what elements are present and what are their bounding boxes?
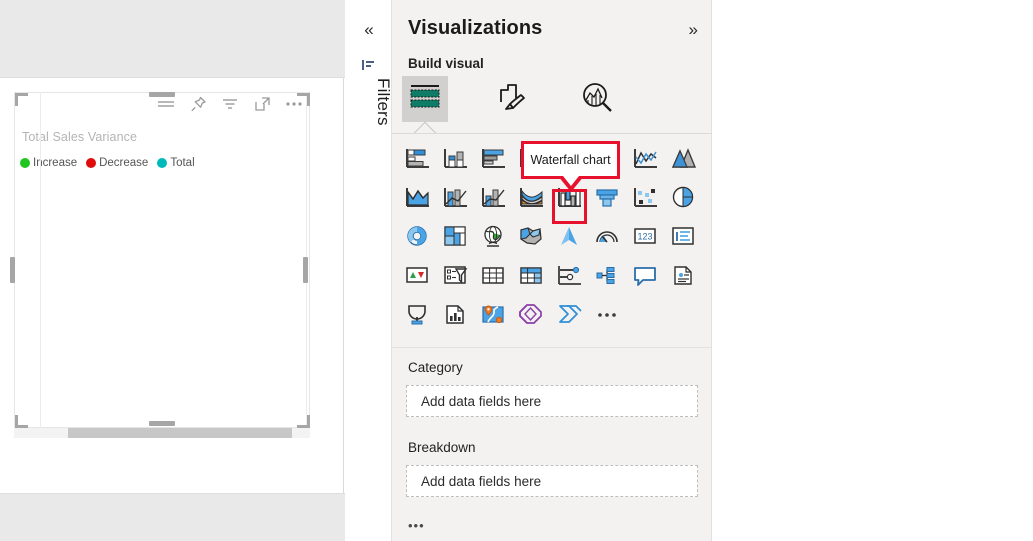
legend-swatch-decrease [86, 158, 96, 168]
resize-handle-top-right[interactable] [296, 93, 310, 107]
legend-item-total[interactable]: Total [157, 157, 194, 169]
line-and-clustered-column-chart-icon[interactable] [474, 179, 512, 217]
well-placeholder-category: Add data fields here [421, 394, 541, 409]
azure-stream-icon[interactable] [550, 296, 588, 334]
key-influencers-icon[interactable] [588, 257, 626, 295]
resize-handle-middle-right[interactable] [303, 257, 308, 283]
visualizations-pane: Visualizations » Build visual [392, 0, 712, 541]
power-automate-icon[interactable] [512, 296, 550, 334]
resize-handle-bottom-center[interactable] [149, 421, 175, 426]
gauge-chart-icon[interactable] [588, 218, 626, 256]
paginated-report-icon[interactable] [398, 296, 436, 334]
build-visual-label: Build visual [408, 56, 484, 71]
well-label-breakdown: Breakdown [408, 440, 476, 455]
legend-item-increase[interactable]: Increase [20, 157, 77, 169]
line-and-stacked-column-chart-icon[interactable] [436, 179, 474, 217]
gallery-row [398, 296, 718, 334]
gallery-row [398, 257, 718, 295]
stacked-bar-chart-icon[interactable] [398, 140, 436, 178]
multi-row-card-icon[interactable] [664, 218, 702, 256]
selection-guide-left [40, 92, 41, 428]
page-title: Visualizations [408, 17, 542, 40]
azure-map-icon[interactable] [550, 218, 588, 256]
table-icon[interactable] [474, 257, 512, 295]
right-empty-area [712, 0, 1033, 541]
svg-text:123: 123 [637, 232, 652, 242]
resize-handle-bottom-right[interactable] [296, 414, 310, 428]
treemap-icon[interactable] [436, 218, 474, 256]
more-visuals-icon[interactable] [588, 296, 626, 334]
filled-map-icon[interactable] [512, 218, 550, 256]
filters-pane-label: Filters [343, 78, 393, 126]
scatter-chart-icon[interactable] [626, 179, 664, 217]
scrollbar-thumb[interactable] [68, 428, 292, 438]
waterfall-chart-tooltip: Waterfall chart [521, 141, 620, 179]
pin-icon[interactable] [188, 94, 208, 114]
stacked-area-chart-icon[interactable] [398, 179, 436, 217]
ribbon-chart-icon[interactable] [512, 179, 550, 217]
analytics-magnifier-icon [581, 82, 613, 117]
tab-format-visual[interactable] [488, 76, 534, 122]
card-icon[interactable]: 123 [626, 218, 664, 256]
resize-handle-top-left[interactable] [15, 93, 29, 107]
tabstrip-divider [392, 133, 712, 134]
legend-label-decrease: Decrease [99, 157, 148, 169]
filters-collapse-icon[interactable]: « [359, 20, 379, 40]
line-chart-icon[interactable] [626, 140, 664, 178]
visual-legend: Increase Decrease Total [20, 157, 195, 169]
pie-chart-icon[interactable] [664, 179, 702, 217]
more-wells-icon[interactable]: ••• [408, 518, 425, 533]
legend-item-decrease[interactable]: Decrease [86, 157, 148, 169]
smart-narrative-icon[interactable] [664, 257, 702, 295]
canvas-bottom-gutter [0, 493, 345, 541]
area-chart-icon[interactable] [664, 140, 702, 178]
resize-handle-top-center[interactable] [149, 92, 175, 97]
visual-horizontal-scrollbar[interactable] [14, 428, 310, 438]
tooltip-label: Waterfall chart [530, 153, 610, 167]
arcgis-map-icon[interactable] [474, 296, 512, 334]
qna-icon[interactable] [626, 257, 664, 295]
filter-icon[interactable] [220, 94, 240, 114]
map-icon[interactable] [474, 218, 512, 256]
power-apps-icon[interactable] [436, 296, 474, 334]
drill-mode-icon[interactable] [156, 94, 176, 114]
stacked-column-chart-icon[interactable] [436, 140, 474, 178]
focus-mode-icon[interactable] [252, 94, 272, 114]
legend-swatch-total [157, 158, 167, 168]
filter-icon[interactable] [360, 56, 378, 74]
format-paintbrush-icon [495, 82, 527, 117]
expand-pane-icon[interactable]: » [689, 20, 698, 40]
funnel-chart-icon[interactable] [588, 179, 626, 217]
tab-build-visual[interactable] [402, 76, 448, 122]
kpi-icon[interactable] [398, 257, 436, 295]
well-dropzone-category[interactable]: Add data fields here [406, 385, 698, 417]
tooltip-arrow-icon [558, 176, 584, 192]
legend-label-total: Total [170, 157, 194, 169]
gallery-row: 123 [398, 218, 718, 256]
canvas-top-gutter [0, 0, 345, 78]
field-wells: Category Add data fields here Breakdown … [392, 352, 712, 541]
gallery-divider [392, 347, 712, 348]
filters-pane-collapsed[interactable]: « Filters [345, 0, 392, 541]
donut-chart-icon[interactable] [398, 218, 436, 256]
clustered-bar-chart-icon[interactable] [474, 140, 512, 178]
well-label-category: Category [408, 360, 463, 375]
legend-swatch-increase [20, 158, 30, 168]
build-visual-icon [409, 83, 441, 116]
resize-handle-bottom-left[interactable] [15, 414, 29, 428]
decomposition-tree-icon[interactable] [550, 257, 588, 295]
resize-handle-middle-left[interactable] [10, 257, 15, 283]
tab-analytics[interactable] [574, 76, 620, 122]
well-placeholder-breakdown: Add data fields here [421, 474, 541, 489]
visualizations-tabstrip [392, 76, 712, 134]
matrix-icon[interactable] [512, 257, 550, 295]
well-dropzone-breakdown[interactable]: Add data fields here [406, 465, 698, 497]
slicer-icon[interactable] [436, 257, 474, 295]
